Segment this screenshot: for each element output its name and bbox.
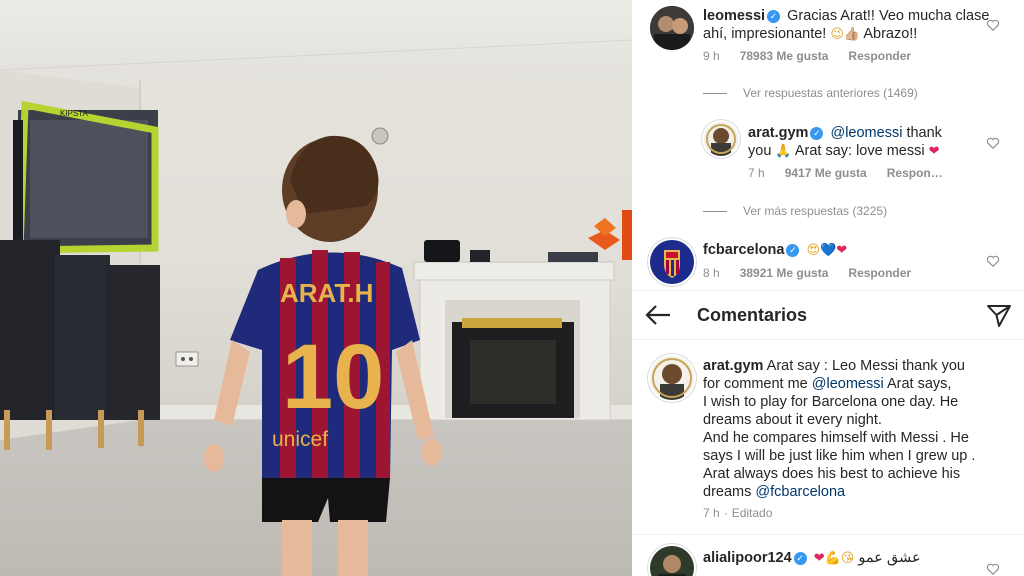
- comment-text: alialipoor124 ✓ ❤💪😘 عشق عمو: [703, 549, 1003, 568]
- verified-icon: ✓: [810, 127, 824, 140]
- replies-dash: [703, 93, 727, 95]
- like-heart-icon[interactable]: [986, 562, 1000, 576]
- jersey-number: 10: [282, 326, 384, 428]
- comment-username[interactable]: fcbarcelona: [703, 242, 784, 258]
- view-more-replies[interactable]: Ver más respuestas (3225): [703, 204, 887, 218]
- divider: [632, 534, 1024, 535]
- comment-likes[interactable]: 38921 Me gusta: [740, 266, 829, 280]
- avatar-post-author[interactable]: [650, 356, 694, 400]
- comment-text: leomessi ✓ Gracias Arat!! Veo mucha clase…: [703, 8, 990, 42]
- reply-username[interactable]: arat.gym: [748, 125, 808, 141]
- comment-meta: 9 h 78983 Me gusta Responder: [703, 49, 931, 63]
- reply-likes[interactable]: 9417 Me gusta: [785, 166, 867, 180]
- view-previous-replies[interactable]: Ver respuestas anteriores (1469): [703, 86, 918, 100]
- reply-button[interactable]: Responder: [848, 266, 911, 280]
- reply-meta: 7 h 9417 Me gusta Respon…: [748, 166, 963, 180]
- comment-time: 8 h: [703, 266, 720, 280]
- emoji-heart-muscle-kiss: ❤💪😘: [813, 551, 855, 566]
- like-heart-icon[interactable]: [986, 136, 1000, 150]
- emoji-heart: ❤: [928, 144, 940, 159]
- verified-icon: ✓: [767, 10, 781, 23]
- caption-time: 7 h: [703, 506, 720, 520]
- comment-username[interactable]: leomessi: [703, 8, 765, 24]
- emoji-pray: 🙏: [775, 144, 792, 159]
- reply-button[interactable]: Responder: [848, 49, 911, 63]
- verified-icon: ✓: [793, 552, 807, 565]
- svg-text:KIPSTA: KIPSTA: [60, 109, 89, 118]
- jersey-name: ARAT.H: [280, 278, 373, 308]
- like-heart-icon[interactable]: [986, 254, 1000, 268]
- mention-leomessi[interactable]: @leomessi: [812, 376, 884, 392]
- comment-meta: 8 h 38921 Me gusta Responder: [703, 266, 931, 280]
- reply-time: 7 h: [748, 166, 765, 180]
- jersey-sponsor: unicef: [272, 428, 328, 451]
- share-send-icon[interactable]: [986, 303, 1012, 329]
- comments-panel: leomessi ✓ Gracias Arat!! Veo mucha clase…: [632, 0, 1024, 576]
- comments-title: Comentarios: [697, 305, 808, 325]
- post-video[interactable]: KIPSTA ARAT.H 10 unicef: [0, 0, 632, 576]
- room-scene: KIPSTA ARAT.H 10 unicef: [0, 39, 632, 576]
- mention-leomessi[interactable]: @leomessi: [830, 125, 902, 141]
- chairs: [0, 240, 160, 450]
- caption-meta: 7 h · Editado: [703, 506, 773, 520]
- comment-likes[interactable]: 78983 Me gusta: [740, 49, 829, 63]
- comments-header: Comentarios: [632, 290, 1024, 340]
- caption-text: arat.gym Arat say : Leo Messi thank you …: [703, 358, 976, 500]
- emoji-heart-eyes-hearts: 😍💙❤: [806, 243, 848, 258]
- avatar-arat-gym[interactable]: [704, 122, 738, 156]
- post-username[interactable]: arat.gym: [703, 358, 763, 374]
- emoji-wink-thumbs: 😉👍🏼: [830, 27, 861, 42]
- avatar-fcbarcelona[interactable]: [650, 240, 694, 284]
- reply-button[interactable]: Respon…: [887, 166, 943, 180]
- verified-icon: ✓: [786, 244, 800, 257]
- comment-time: 9 h: [703, 49, 720, 63]
- avatar-alialipoor124[interactable]: [650, 546, 694, 576]
- comment-username[interactable]: alialipoor124: [703, 550, 792, 566]
- edited-label: Editado: [731, 506, 773, 520]
- avatar-leomessi[interactable]: [650, 6, 694, 50]
- like-heart-icon[interactable]: [986, 18, 1000, 32]
- reply-text: arat.gym ✓ @leomessi thank you 🙏 Arat say…: [748, 125, 942, 159]
- comment-text: fcbarcelona ✓ 😍💙❤: [703, 241, 993, 260]
- mention-fcbarcelona[interactable]: @fcbarcelona: [755, 484, 845, 500]
- replies-dash: [703, 211, 727, 213]
- back-arrow-icon[interactable]: [644, 303, 672, 327]
- comment-arabic-text: عشق عمو: [858, 550, 921, 566]
- fireplace: [413, 240, 615, 421]
- mini-goal: KIPSTA: [13, 100, 159, 260]
